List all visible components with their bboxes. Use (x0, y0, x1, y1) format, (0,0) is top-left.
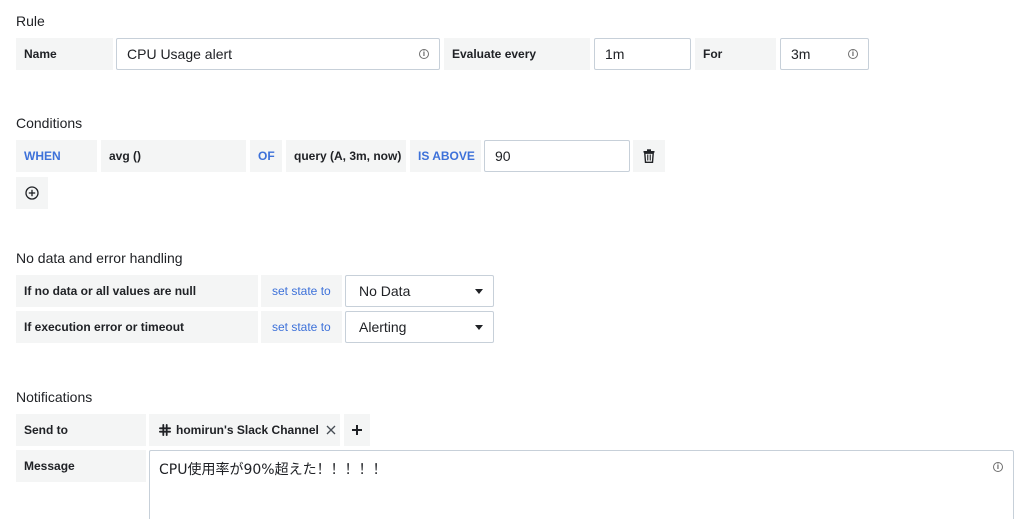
caret-down-icon (475, 289, 483, 294)
conditions-section-title: Conditions (16, 115, 83, 131)
exec-error-state-select[interactable]: Alerting (345, 311, 494, 343)
for-input[interactable]: 3m i (780, 38, 869, 70)
evaluator-selector[interactable]: IS ABOVE (410, 140, 481, 172)
message-text: CPU使用率が90%超えた！！！！！ (159, 462, 387, 478)
close-icon[interactable] (326, 425, 336, 435)
exec-error-action-label: set state to (261, 311, 342, 343)
caret-down-icon (475, 325, 483, 330)
slack-icon (159, 424, 171, 436)
threshold-value: 90 (495, 148, 511, 164)
rule-section-title: Rule (16, 13, 45, 29)
message-label: Message (16, 450, 146, 482)
notifications-section-title: Notifications (16, 389, 93, 405)
reducer-selector[interactable]: avg () (101, 140, 246, 172)
nodata-action-label: set state to (261, 275, 342, 307)
nodata-state-select[interactable]: No Data (345, 275, 494, 307)
when-keyword: WHEN (16, 140, 97, 172)
name-input[interactable]: CPU Usage alert i (116, 38, 440, 70)
info-icon[interactable]: i (419, 49, 429, 59)
message-textarea[interactable]: CPU使用率が90%超えた！！！！！ i (149, 450, 1014, 519)
exec-error-state-value: Alerting (359, 319, 407, 335)
nodata-state-value: No Data (359, 283, 411, 299)
of-keyword: OF (250, 140, 282, 172)
evaluate-every-input[interactable]: 1m (594, 38, 691, 70)
threshold-input[interactable]: 90 (484, 140, 630, 172)
for-input-value: 3m (791, 46, 811, 62)
evaluate-every-label: Evaluate every (444, 38, 590, 70)
name-label: Name (16, 38, 113, 70)
nodata-section-title: No data and error handling (16, 250, 183, 266)
send-to-label: Send to (16, 414, 146, 446)
for-label: For (695, 38, 776, 70)
info-icon[interactable]: i (848, 49, 858, 59)
evaluate-every-value: 1m (605, 46, 625, 62)
nodata-label: If no data or all values are null (16, 275, 258, 307)
add-condition-button[interactable] (16, 177, 48, 209)
plus-circle-icon (25, 186, 39, 200)
channel-tag: homirun's Slack Channel (149, 414, 340, 446)
delete-condition-button[interactable] (633, 140, 665, 172)
trash-icon (643, 149, 655, 163)
query-selector[interactable]: query (A, 3m, now) (286, 140, 406, 172)
plus-icon (352, 425, 362, 435)
name-input-value: CPU Usage alert (127, 46, 233, 62)
channel-name: homirun's Slack Channel (176, 423, 319, 437)
info-icon[interactable]: i (993, 462, 1003, 472)
exec-error-label: If execution error or timeout (16, 311, 258, 343)
add-channel-button[interactable] (344, 414, 370, 446)
